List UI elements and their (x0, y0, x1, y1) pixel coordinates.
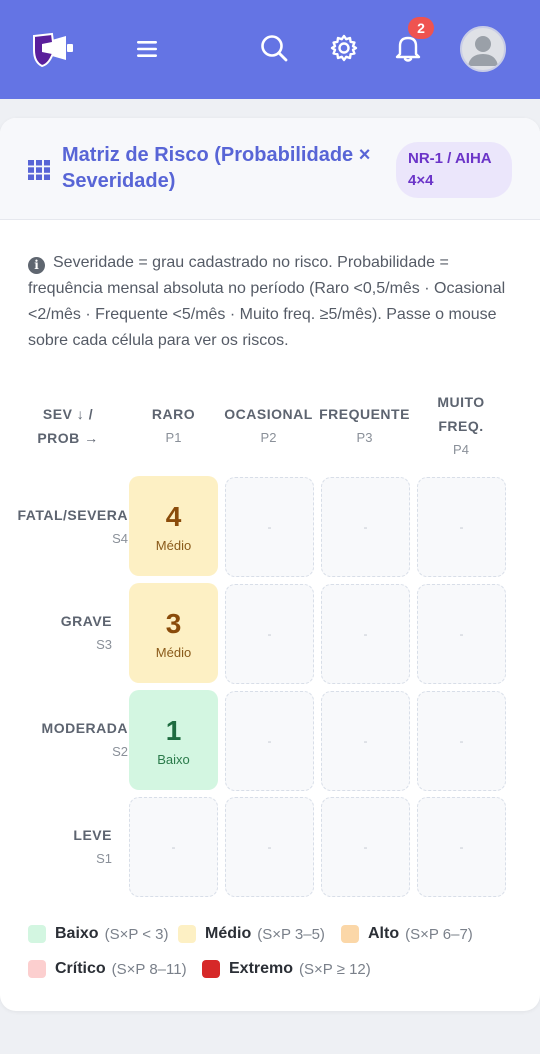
row-header-s1: LEVE S1 (0, 823, 112, 871)
row-label: GRAVE (60, 613, 112, 629)
legend-range: (S×P < 3) (104, 925, 169, 943)
card-header: Matriz de Risco (Probabilidade × Severid… (0, 118, 540, 220)
row-code: S3 (96, 637, 112, 652)
legend-swatch (178, 925, 196, 943)
info-text: i Severidade = grau cadastrado no risco. … (28, 250, 518, 354)
row-header-s3: GRAVE S3 (0, 609, 112, 657)
row-header-s4: FATAL/SEVERA S4 (16, 503, 129, 551)
cell-score: 1 (165, 714, 182, 746)
column-label: OCASIONAL (224, 406, 313, 422)
notification-count-badge: 2 (408, 17, 434, 39)
column-code: P4 (453, 442, 469, 457)
matrix-cell-s4-p4[interactable]: - (417, 477, 506, 577)
matrix-cell-s4-p2[interactable]: - (225, 477, 314, 577)
info-description: Severidade = grau cadastrado no risco. P… (28, 254, 506, 349)
matrix-cell-s1-p2[interactable]: - (225, 797, 314, 897)
column-label: MUITO FREQ. (437, 394, 485, 434)
row-code: S2 (112, 744, 128, 759)
column-header-p1: RARO P1 (129, 402, 218, 450)
legend-swatch (341, 925, 359, 943)
legend-item-alto: Alto (S×P 6–7) (341, 925, 473, 943)
column-header-p4: MUITO FREQ. P4 (428, 390, 494, 462)
matrix-cell-s1-p4[interactable]: - (417, 797, 506, 897)
column-label: RARO (151, 406, 196, 422)
standard-tag: NR-1 / AIHA 4×4 (396, 142, 512, 198)
user-avatar-icon[interactable] (460, 26, 506, 72)
matrix-cell-s2-p3[interactable]: - (321, 691, 410, 791)
legend-range: (S×P 8–11) (111, 960, 187, 978)
row-code: S1 (96, 851, 112, 866)
gear-icon[interactable] (328, 32, 360, 64)
matrix-cell-s1-p1[interactable]: - (129, 797, 218, 897)
column-header-p2: OCASIONAL P2 (224, 402, 313, 450)
matrix-cell-s4-p3[interactable]: - (321, 477, 410, 577)
matrix-cell-s2-p1[interactable]: 1 Baixo (129, 690, 218, 790)
info-icon: i (28, 257, 45, 274)
legend-name: Médio (205, 925, 252, 942)
row-label: MODERADA (41, 720, 128, 736)
matrix-cell-s3-p2[interactable]: - (225, 584, 314, 684)
legend-range: (S×P 3–5) (257, 925, 325, 943)
cell-score: 4 (165, 500, 182, 532)
matrix-cell-s3-p1[interactable]: 3 Médio (129, 583, 218, 683)
legend-swatch (202, 960, 220, 978)
legend-swatch (28, 925, 46, 943)
row-label: LEVE (73, 827, 112, 843)
megaphone-logo-icon[interactable] (30, 30, 78, 70)
column-code: P2 (260, 430, 277, 445)
matrix-cell-s2-p4[interactable]: - (417, 691, 506, 791)
matrix-cell-s4-p1[interactable]: 4 Médio (129, 476, 218, 576)
legend-item-extremo: Extremo (S×P ≥ 12) (202, 960, 371, 978)
legend-name: Crítico (55, 960, 106, 977)
legend-name: Baixo (55, 925, 99, 942)
matrix-cell-s3-p4[interactable]: - (417, 584, 506, 684)
legend-swatch (28, 960, 46, 978)
legend-item-critico: Crítico (S×P 8–11) (28, 960, 187, 978)
legend-range: (S×P ≥ 12) (299, 960, 371, 978)
cell-level: Baixo (157, 751, 190, 767)
matrix-cell-s3-p3[interactable]: - (321, 584, 410, 684)
legend-item-baixo: Baixo (S×P < 3) (28, 925, 169, 943)
card-title: Matriz de Risco (Probabilidade × Severid… (62, 144, 371, 192)
search-icon[interactable] (258, 32, 290, 64)
row-header-s2: MODERADA S2 (16, 716, 128, 764)
matrix-cell-s2-p2[interactable]: - (225, 691, 314, 791)
matrix-cell-s1-p3[interactable]: - (321, 797, 410, 897)
cell-score: 3 (165, 607, 182, 639)
row-label: FATAL/SEVERA (17, 507, 128, 523)
column-label: FREQUENTE (319, 406, 410, 422)
legend-item-medio: Médio (S×P 3–5) (178, 925, 325, 943)
cell-level: Médio (155, 537, 192, 553)
legend-name: Alto (368, 925, 400, 942)
column-code: P1 (165, 430, 182, 445)
menu-icon[interactable] (134, 36, 160, 62)
matrix-corner-label: SEV ↓ / PROB → (37, 406, 99, 446)
legend-range: (S×P 6–7) (405, 925, 473, 943)
row-code: S4 (112, 531, 128, 546)
column-header-p3: FREQUENTE P3 (319, 402, 409, 450)
grid-icon (28, 160, 50, 180)
top-navbar: 2 (0, 0, 540, 99)
column-code: P3 (356, 430, 373, 445)
cell-level: Médio (155, 644, 192, 660)
legend-name: Extremo (229, 960, 294, 977)
